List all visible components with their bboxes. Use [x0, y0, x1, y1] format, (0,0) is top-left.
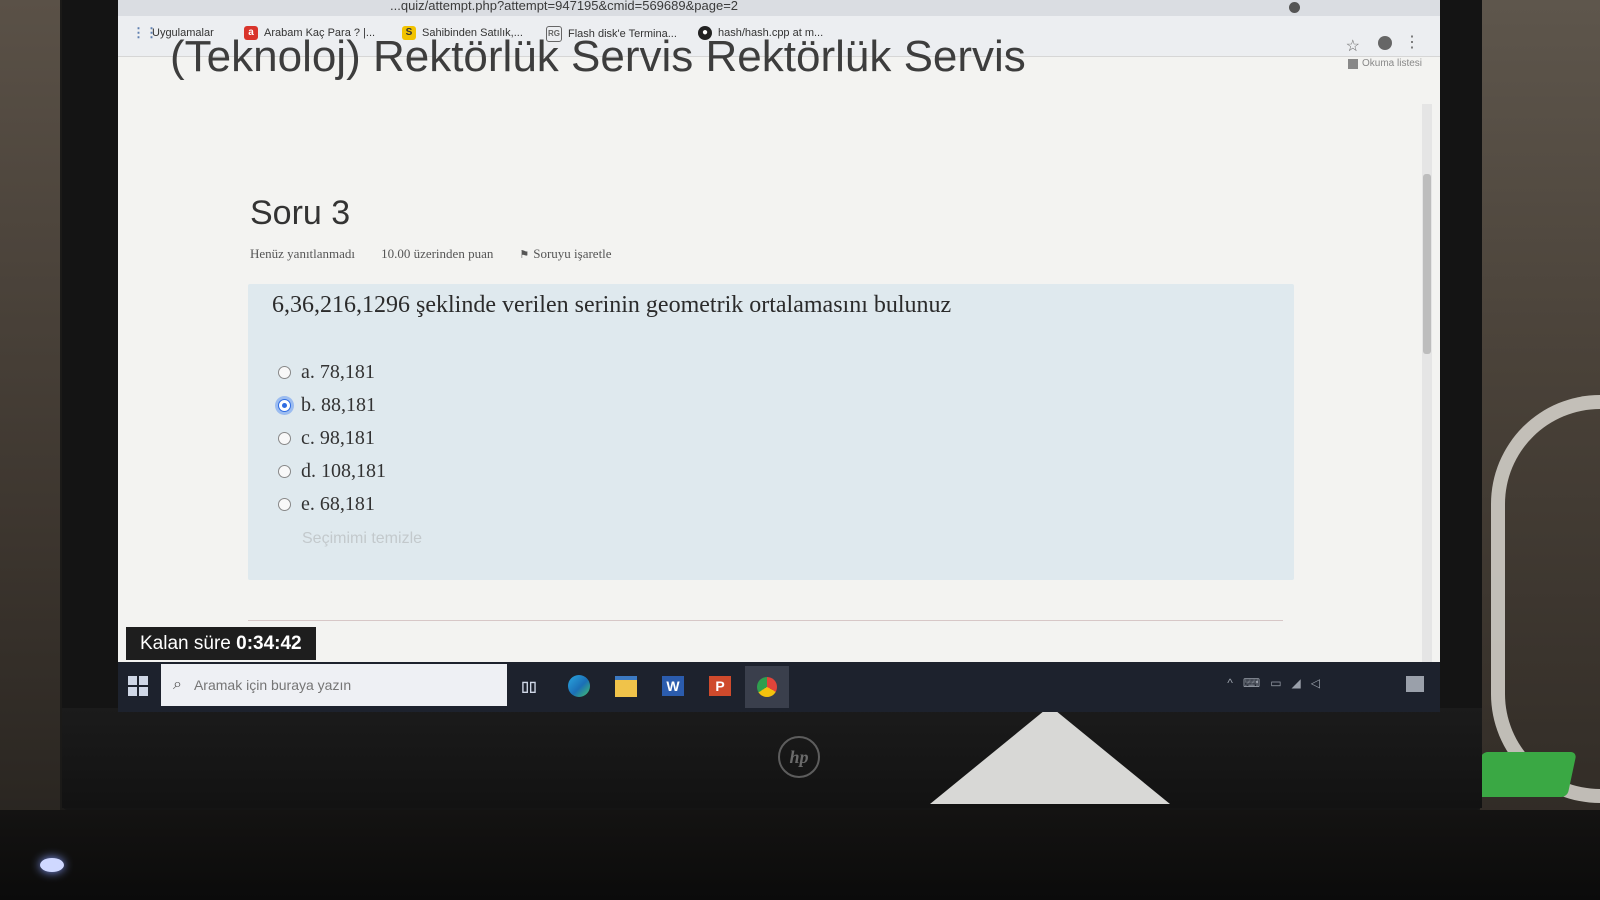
screen: ...quiz/attempt.php?attempt=947195&cmid=…: [118, 0, 1440, 712]
paper-note: [930, 706, 1170, 804]
timer-value: 0:34:42: [236, 633, 302, 654]
answer-list: a. 78,181 b. 88,181 c. 98,181 d. 108,181…: [278, 356, 386, 521]
powerpoint-icon[interactable]: P: [705, 671, 735, 701]
edge-icon[interactable]: [564, 671, 594, 701]
windows-taskbar: ⌕ ▯▯ W P ^ ⌨ ▭ ◢ ◁: [118, 662, 1440, 712]
question-info: Henüz yanıtlanmadı 10.00 üzerinden puan …: [250, 246, 612, 262]
answer-radio-d[interactable]: [278, 465, 291, 478]
answer-option-d[interactable]: d. 108,181: [278, 455, 386, 488]
answer-radio-c[interactable]: [278, 432, 291, 445]
answer-label-d[interactable]: d. 108,181: [301, 460, 386, 483]
browser-menu-icon[interactable]: ⋮: [1404, 32, 1420, 52]
question-content: 6,36,216,1296 şeklinde verilen serinin g…: [248, 284, 1294, 580]
time-remaining: Kalan süre 0:34:42: [126, 627, 316, 660]
answer-label-c[interactable]: c. 98,181: [301, 427, 375, 450]
timer-label: Kalan süre: [140, 633, 231, 654]
question-points: 10.00 üzerinden puan: [381, 246, 494, 261]
apps-grid-icon: ⋮⋮: [132, 25, 158, 40]
windows-start-icon[interactable]: [128, 676, 148, 696]
answer-option-a[interactable]: a. 78,181: [278, 356, 386, 389]
clear-choice-link[interactable]: Seçimimi temizle: [302, 530, 422, 548]
divider: [248, 620, 1283, 621]
green-object: [1472, 752, 1577, 797]
monitor-chin: [62, 708, 1482, 808]
system-tray[interactable]: ^ ⌨ ▭ ◢ ◁: [1227, 676, 1320, 690]
chrome-icon[interactable]: [745, 666, 789, 708]
answer-option-e[interactable]: e. 68,181: [278, 488, 386, 521]
answer-label-a[interactable]: a. 78,181: [301, 361, 375, 384]
desk-light: [40, 858, 64, 872]
bookmark-star-icon[interactable]: ☆: [1346, 36, 1360, 56]
browser-address-strip: ...quiz/attempt.php?attempt=947195&cmid=…: [118, 0, 1440, 16]
taskbar-search[interactable]: ⌕: [161, 664, 507, 706]
flag-icon: ⚑: [519, 248, 530, 261]
background-wall-left: [0, 0, 60, 900]
tray-chevron-icon[interactable]: ^: [1227, 676, 1233, 690]
question-number: Soru 3: [250, 194, 351, 232]
reading-list-label: Okuma listesi: [1361, 58, 1422, 69]
question-status: Henüz yanıtlanmadı: [250, 246, 356, 261]
reading-list-icon: [1347, 58, 1358, 69]
extension-icon[interactable]: [1289, 2, 1300, 13]
search-icon: ⌕: [173, 676, 182, 693]
reading-list[interactable]: Okuma listesi: [1347, 58, 1422, 69]
wifi-icon[interactable]: ◢: [1292, 676, 1301, 690]
page-scrollbar[interactable]: [1422, 104, 1432, 664]
desk: [0, 810, 1600, 900]
answer-option-c[interactable]: c. 98,181: [278, 422, 386, 455]
answer-radio-a[interactable]: [278, 366, 291, 379]
chair-back: [1491, 395, 1600, 803]
keyboard-icon[interactable]: ⌨: [1243, 676, 1260, 690]
url-text[interactable]: ...quiz/attempt.php?attempt=947195&cmid=…: [390, 0, 738, 13]
task-view-icon[interactable]: ▯▯: [514, 671, 544, 701]
answer-option-b[interactable]: b. 88,181: [278, 389, 386, 422]
flag-question-label: Soruyu işaretle: [533, 246, 612, 261]
answer-radio-b[interactable]: [278, 399, 291, 412]
profile-avatar-icon[interactable]: [1378, 36, 1392, 50]
notifications-icon[interactable]: [1406, 676, 1424, 692]
answer-label-b[interactable]: b. 88,181: [301, 394, 376, 417]
file-explorer-icon[interactable]: [611, 671, 641, 701]
taskbar-search-input[interactable]: [191, 676, 476, 694]
scrollbar-thumb[interactable]: [1423, 174, 1431, 354]
answer-radio-e[interactable]: [278, 498, 291, 511]
answer-label-e[interactable]: e. 68,181: [301, 493, 375, 516]
word-icon[interactable]: W: [658, 671, 688, 701]
flag-question-link[interactable]: ⚑ Soruyu işaretle: [519, 246, 611, 262]
question-text: 6,36,216,1296 şeklinde verilen serinin g…: [272, 292, 952, 318]
volume-icon[interactable]: ◁: [1311, 676, 1320, 690]
network-icon[interactable]: ▭: [1270, 676, 1281, 690]
course-title: (Teknoloj) Rektörlük Servis Rektörlük Se…: [170, 32, 1026, 81]
hp-logo-icon: hp: [778, 736, 820, 778]
